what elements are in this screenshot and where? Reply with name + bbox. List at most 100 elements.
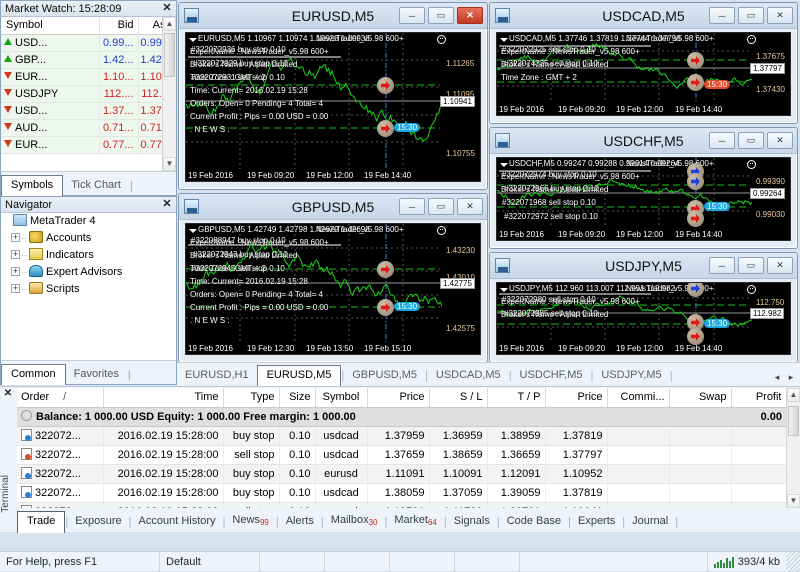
order-marker-blue[interactable] (687, 173, 704, 190)
chart-tab-usdchf-m5[interactable]: USDCHF,M5 (512, 366, 591, 386)
terminal-tab-news[interactable]: News99 (225, 511, 275, 532)
orders-column-price[interactable]: Price (367, 388, 430, 408)
navigator-item-scripts[interactable]: + ·· Scripts (1, 281, 176, 298)
chart-canvas[interactable]: EURUSD,M5 1.10967 1.10974 1.10928 1.1093… (185, 32, 481, 182)
market-watch-row[interactable]: EUR... 1.10... 1.10... (1, 68, 177, 86)
terminal-tab-mailbox[interactable]: Mailbox30 (324, 511, 385, 532)
orders-column-symbol[interactable]: Symbol (315, 388, 368, 408)
orders-column-time[interactable]: Time (103, 388, 224, 408)
tab-tick-chart[interactable]: Tick Chart (63, 176, 129, 195)
order-row[interactable]: 322072... 2016.02.19 15:28:00 buy stop 0.10… (17, 464, 786, 484)
resize-grip[interactable] (786, 551, 800, 572)
terminal-tab-exposure[interactable]: Exposure (68, 512, 128, 532)
symbol-cell[interactable]: USDJPY (1, 85, 100, 103)
terminal-scrollbar[interactable]: ▲ ▼ (786, 388, 800, 508)
chart-title-bar[interactable]: EURUSD,M5 ─ ▭ ✕ (179, 3, 487, 29)
orders-column-s-l[interactable]: S / L (429, 388, 488, 408)
expand-icon[interactable]: + (11, 267, 20, 276)
order-marker-red[interactable] (377, 261, 394, 278)
restore-button[interactable]: ▭ (738, 257, 764, 274)
minimize-button[interactable]: ─ (399, 7, 425, 24)
chevron-down-icon[interactable]: ▼ (787, 494, 800, 508)
order-marker-red[interactable] (377, 77, 394, 94)
chart-title-bar[interactable]: GBPUSD,M5 ─ ▭ ✕ (179, 194, 487, 220)
scrollbar-thumb[interactable] (788, 406, 799, 436)
column-header-symbol[interactable]: Symbol (1, 17, 100, 35)
order-marker-red[interactable] (377, 299, 394, 316)
order-marker-red[interactable] (687, 210, 704, 227)
chart-collapse-icon[interactable] (500, 38, 508, 42)
chart-canvas[interactable]: USDJPY,M5 112.960 113.007 112.951 112.98… (496, 282, 791, 355)
terminal-tab-trade[interactable]: Trade (17, 511, 66, 533)
order-marker-red[interactable] (687, 328, 704, 345)
chart-window-usdjpy-m5[interactable]: USDJPY,M5 ─ ▭ ✕ USDJPY,M5 112.960 113.007 11… (489, 252, 798, 363)
minimize-button[interactable]: ─ (709, 257, 735, 274)
chart-collapse-icon[interactable] (189, 229, 197, 233)
navigator-item-expert-advisors[interactable]: + ·· Expert Advisors (1, 264, 176, 281)
minimize-button[interactable]: ─ (709, 7, 735, 24)
close-icon[interactable]: ✕ (161, 197, 173, 212)
orders-column-order[interactable]: Order / (17, 388, 104, 408)
expand-icon[interactable]: + (11, 233, 20, 242)
navigator-item-accounts[interactable]: + ·· Accounts (1, 230, 176, 247)
chart-window-eurusd-m5[interactable]: EURUSD,M5 ─ ▭ ✕ EURUSD,M5 1.10967 1.10974 1.… (178, 2, 488, 190)
chart-canvas[interactable]: USDCHF,M5 0.99247 0.99288 0.99214 0.9926… (496, 157, 791, 241)
restore-button[interactable]: ▭ (428, 7, 454, 24)
chart-canvas[interactable]: USDCAD,M5 1.37746 1.37819 1.37744 1.3779… (496, 32, 791, 116)
market-watch-row[interactable]: EUR... 0.77... 0.77... (1, 136, 177, 154)
chart-collapse-icon[interactable] (189, 38, 197, 42)
minimize-button[interactable]: ─ (709, 132, 735, 149)
chevron-down-icon[interactable]: ▼ (163, 157, 176, 171)
market-watch-scrollbar[interactable]: ▲ ▼ (162, 17, 176, 171)
chart-title-bar[interactable]: USDJPY,M5 ─ ▭ ✕ (490, 253, 797, 279)
chart-tab-usdjpy-m5[interactable]: USDJPY,M5 (593, 366, 669, 386)
restore-button[interactable]: ▭ (738, 132, 764, 149)
close-icon[interactable]: ✕ (161, 1, 173, 16)
terminal-tab-account-history[interactable]: Account History (132, 512, 223, 532)
scrollbar-thumb[interactable] (164, 33, 175, 77)
order-marker-red[interactable] (687, 52, 704, 69)
close-button[interactable]: ✕ (767, 7, 793, 24)
order-marker-red[interactable] (377, 120, 394, 137)
expand-icon[interactable]: + (11, 284, 20, 293)
symbol-cell[interactable]: AUD... (1, 119, 100, 137)
symbol-cell[interactable]: USD... (1, 102, 100, 120)
orders-column-type[interactable]: Type (223, 388, 280, 408)
order-row[interactable]: 322072... 2016.02.19 15:28:00 buy stop 0.10… (17, 483, 786, 503)
terminal-tab-experts[interactable]: Experts (571, 512, 622, 532)
symbol-cell[interactable]: GBP... (1, 51, 100, 69)
chart-window-gbpusd-m5[interactable]: GBPUSD,M5 ─ ▭ ✕ GBPUSD,M5 1.42749 1.42798 1.… (178, 193, 488, 363)
orders-column-swap[interactable]: Swap (669, 388, 732, 408)
symbol-cell[interactable]: EUR... (1, 136, 100, 154)
tab-symbols[interactable]: Symbols (1, 175, 64, 196)
chart-title-bar[interactable]: USDCHF,M5 ─ ▭ ✕ (490, 128, 797, 154)
close-button[interactable]: ✕ (457, 198, 483, 215)
restore-button[interactable]: ▭ (738, 7, 764, 24)
close-button[interactable]: ✕ (457, 7, 483, 24)
tab-common[interactable]: Common (1, 364, 66, 385)
orders-column-price[interactable]: Price (545, 388, 608, 408)
collapse-icon[interactable] (21, 410, 32, 421)
chart-collapse-icon[interactable] (500, 163, 508, 167)
orders-column-size[interactable]: Size (279, 388, 316, 408)
expand-icon[interactable]: + (11, 250, 20, 259)
orders-column-commi[interactable]: Commi... (607, 388, 670, 408)
chart-tab-usdcad-m5[interactable]: USDCAD,M5 (428, 366, 509, 386)
tab-favorites[interactable]: Favorites (66, 365, 127, 384)
chart-tab-gbpusd-m5[interactable]: GBPUSD,M5 (344, 366, 425, 386)
scroll-left-icon[interactable]: ◂ (771, 372, 783, 383)
chart-collapse-icon[interactable] (500, 288, 508, 292)
terminal-tab-code-base[interactable]: Code Base (500, 512, 568, 532)
close-button[interactable]: ✕ (767, 257, 793, 274)
status-profile[interactable]: Default (160, 551, 260, 572)
market-watch-row[interactable]: USD... 1.37... 1.37... (1, 102, 177, 120)
close-button[interactable]: ✕ (767, 132, 793, 149)
chart-window-usdcad-m5[interactable]: USDCAD,M5 ─ ▭ ✕ USDCAD,M5 1.37746 1.37819 1.… (489, 2, 798, 124)
market-watch-row[interactable]: USD... 0.99... 0.99... (1, 34, 177, 52)
restore-button[interactable]: ▭ (428, 198, 454, 215)
order-marker-red[interactable] (687, 74, 704, 91)
chart-title-bar[interactable]: USDCAD,M5 ─ ▭ ✕ (490, 3, 797, 29)
symbol-cell[interactable]: EUR... (1, 68, 100, 86)
navigator-item-indicators[interactable]: + ·· Indicators (1, 247, 176, 264)
navigator-item-metatrader-4[interactable]: MetaTrader 4 (1, 213, 176, 230)
